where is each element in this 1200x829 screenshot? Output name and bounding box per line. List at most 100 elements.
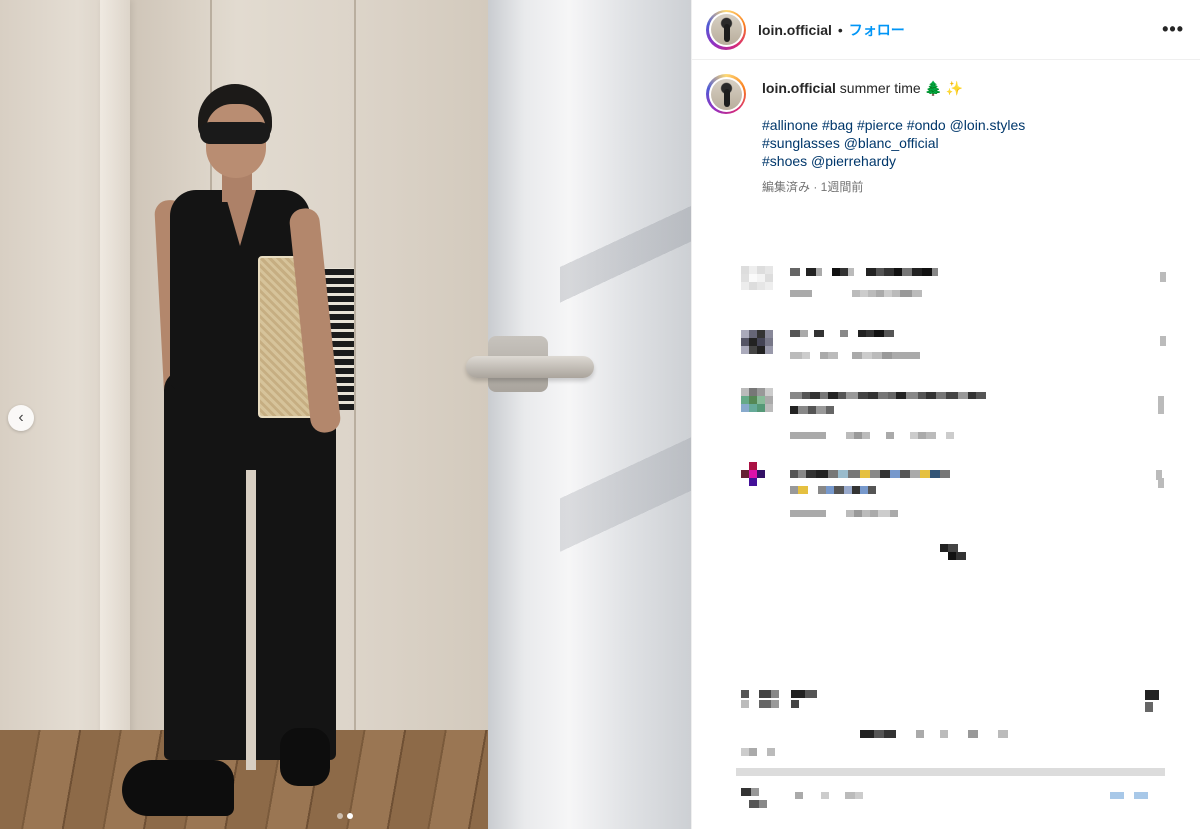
profile-avatar-icon[interactable] — [706, 9, 746, 50]
mosaic-block — [741, 346, 749, 354]
post-photo[interactable]: ‹ — [0, 0, 691, 829]
separator: • — [837, 21, 843, 38]
mosaic-block — [749, 346, 757, 354]
mosaic-block — [751, 788, 759, 796]
mosaic-block — [765, 346, 773, 354]
mosaic-block — [922, 268, 932, 276]
mosaic-block — [826, 406, 834, 414]
mosaic-block — [757, 282, 765, 290]
mosaic-block — [948, 552, 956, 560]
mosaic-block — [892, 290, 900, 297]
mosaic-block — [749, 274, 757, 282]
mosaic-block — [902, 268, 912, 276]
mosaic-block — [790, 330, 800, 337]
mosaic-block — [882, 352, 892, 359]
mosaic-block — [946, 392, 958, 399]
caption-username[interactable]: loin.official — [762, 80, 836, 96]
mosaic-block — [765, 478, 773, 486]
mosaic-block — [852, 290, 860, 297]
mosaic-block — [958, 392, 968, 399]
mosaic-block — [798, 406, 808, 414]
caption-tags: #allinone #bag #pierce #ondo @loin.style… — [762, 116, 1025, 170]
tags-line[interactable]: #shoes @pierrehardy — [762, 152, 1025, 170]
mosaic-block — [828, 392, 838, 399]
mosaic-block — [757, 274, 765, 282]
mosaic-block — [926, 392, 936, 399]
chevron-left-icon[interactable]: ‹ — [8, 405, 34, 431]
mosaic-block — [749, 282, 757, 290]
mosaic-block — [876, 290, 884, 297]
follow-button[interactable]: フォロー — [849, 20, 905, 40]
mosaic-block — [741, 266, 749, 274]
mosaic-block — [884, 268, 894, 276]
mosaic-block — [878, 510, 890, 517]
mosaic-block — [826, 486, 834, 494]
mosaic-block — [757, 338, 765, 346]
mosaic-block — [968, 730, 978, 738]
mosaic-block — [765, 274, 773, 282]
mosaic-block — [790, 268, 800, 276]
mosaic-block — [802, 352, 810, 359]
mosaic-block — [890, 510, 898, 517]
mosaic-block — [795, 792, 803, 799]
mosaic-block — [834, 486, 844, 494]
mosaic-block — [846, 392, 858, 399]
more-options-icon[interactable]: ••• — [1162, 19, 1184, 40]
mosaic-block — [741, 338, 749, 346]
mosaic-block — [896, 392, 906, 399]
mosaic-block — [765, 404, 773, 412]
mosaic-block — [757, 266, 765, 274]
mosaic-block — [840, 330, 848, 337]
avatar — [710, 78, 742, 110]
carousel-dot — [337, 813, 343, 819]
username-link[interactable]: loin.official — [758, 22, 832, 38]
mosaic-block — [757, 388, 765, 396]
mosaic-block — [741, 396, 749, 404]
mosaic-block — [790, 352, 802, 359]
mosaic-block — [1110, 792, 1124, 799]
mosaic-block — [862, 352, 872, 359]
tags-line[interactable]: #sunglasses @blanc_official — [762, 134, 1025, 152]
mosaic-block — [860, 470, 870, 478]
mosaic-block — [930, 470, 940, 478]
mosaic-block — [820, 352, 828, 359]
mosaic-block — [757, 346, 765, 354]
mosaic-block — [912, 268, 922, 276]
mosaic-block — [968, 392, 976, 399]
mosaic-block — [749, 330, 757, 338]
mosaic-block — [741, 478, 749, 486]
mosaic-block — [767, 748, 775, 756]
mosaic-block — [805, 690, 817, 698]
mosaic-block — [818, 486, 826, 494]
mosaic-block — [765, 282, 773, 290]
mosaic-block — [790, 290, 812, 297]
mosaic-block — [757, 396, 765, 404]
mosaic-block — [900, 470, 910, 478]
caption-body: loin.official summer time 🌲 ✨ #allinone … — [762, 74, 1025, 196]
mosaic-block — [866, 330, 874, 337]
mosaic-block — [910, 470, 920, 478]
model-figure — [0, 0, 488, 829]
mosaic-block — [918, 432, 926, 439]
mosaic-block — [828, 352, 838, 359]
mosaic-block — [916, 730, 924, 738]
mosaic-block — [820, 392, 828, 399]
mosaic-block — [854, 432, 862, 439]
mosaic-block — [816, 268, 822, 276]
mosaic-block — [852, 352, 862, 359]
mosaic-block — [846, 510, 854, 517]
mosaic-block — [741, 330, 749, 338]
mosaic-block — [790, 432, 826, 439]
mosaic-block — [791, 700, 799, 708]
mosaic-block — [844, 486, 852, 494]
mosaic-block — [757, 404, 765, 412]
mosaic-block — [749, 338, 757, 346]
mosaic-block — [749, 396, 757, 404]
mosaic-block — [800, 330, 808, 337]
mosaic-block — [874, 330, 884, 337]
mosaic-block — [880, 470, 890, 478]
mosaic-block — [868, 486, 876, 494]
tags-line[interactable]: #allinone #bag #pierce #ondo @loin.style… — [762, 116, 1025, 134]
mosaic-block — [765, 266, 773, 274]
profile-avatar-icon[interactable] — [706, 74, 746, 114]
